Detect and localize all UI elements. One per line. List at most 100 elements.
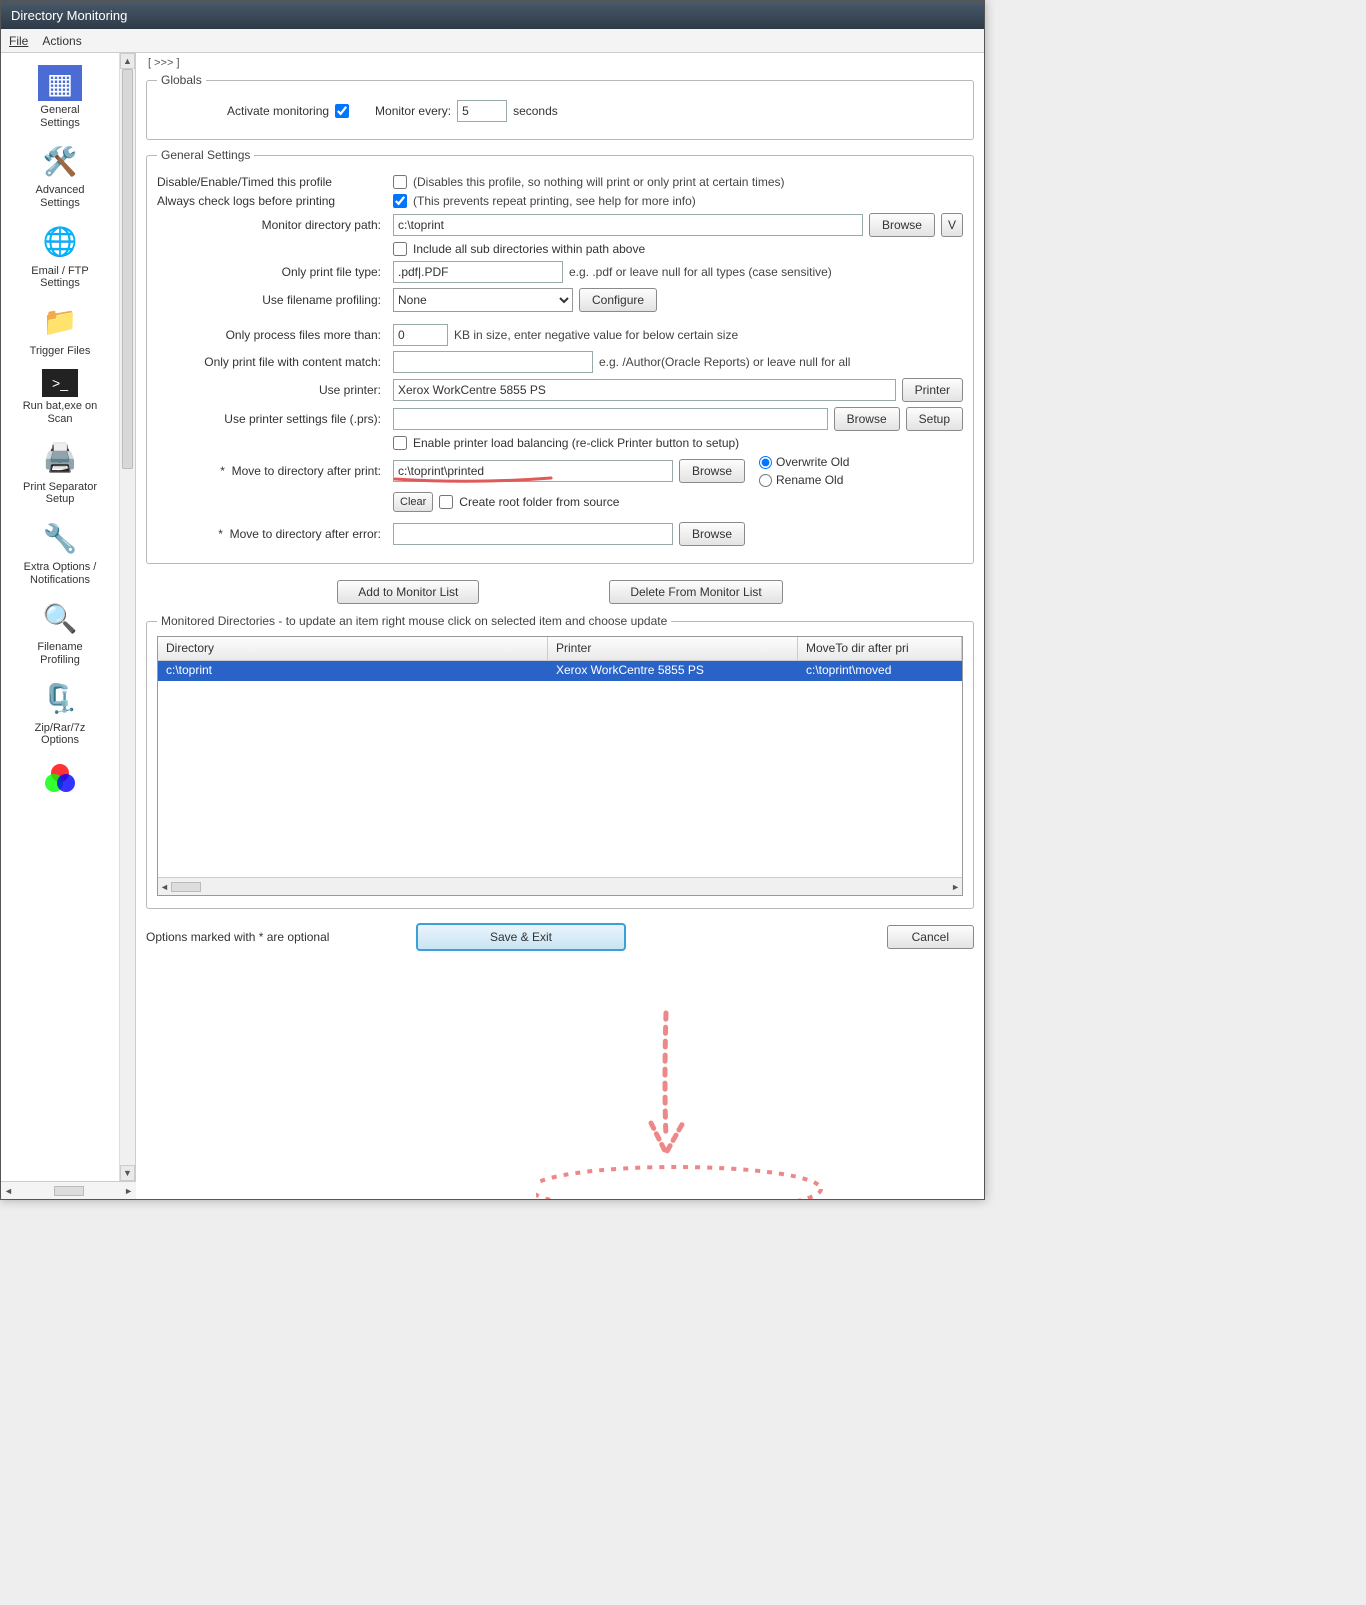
globe-icon: 🌐 [40, 222, 80, 262]
create-root-checkbox[interactable] [439, 495, 453, 509]
cancel-button[interactable]: Cancel [887, 925, 974, 949]
seconds-label: seconds [513, 104, 558, 118]
menu-actions[interactable]: Actions [42, 34, 81, 48]
sidebar-item-extra-options[interactable]: 🔧Extra Options / Notifications [1, 512, 119, 592]
monitor-every-label: Monitor every: [375, 104, 451, 118]
overwrite-radio[interactable]: Overwrite Old [759, 455, 849, 469]
sidebar-item-email-ftp[interactable]: 🌐Email / FTP Settings [1, 216, 119, 296]
folder-icon: 📁 [40, 302, 80, 342]
always-check-checkbox[interactable] [393, 194, 407, 208]
hscroll-thumb[interactable] [171, 882, 201, 892]
include-sub-label: Include all sub directories within path … [413, 242, 645, 256]
sidebar-item-trigger-files[interactable]: 📁Trigger Files [1, 296, 119, 364]
load-balancing-label: Enable printer load balancing (re-click … [413, 436, 739, 450]
main-panel: [ >>> ] Globals Activate monitoring Moni… [136, 53, 984, 1199]
wrench-icon: 🔧 [40, 518, 80, 558]
monitored-legend: Monitored Directories - to update an ite… [157, 614, 671, 628]
table-row[interactable]: c:\toprint Xerox WorkCentre 5855 PS c:\t… [158, 661, 962, 681]
only-size-hint: KB in size, enter negative value for bel… [454, 328, 738, 342]
scroll-left-icon[interactable]: ◄ [4, 1186, 13, 1196]
footer-note: Options marked with * are optional [146, 930, 396, 944]
annotation-circle [536, 1163, 856, 1199]
clear-button[interactable]: Clear [393, 492, 433, 512]
use-printer-input[interactable] [393, 379, 896, 401]
globals-group: Globals Activate monitoring Monitor ever… [146, 73, 974, 140]
filename-profiling-select[interactable]: None [393, 288, 573, 312]
globals-legend: Globals [157, 73, 206, 87]
delete-from-list-button[interactable]: Delete From Monitor List [609, 580, 782, 604]
scroll-right-icon[interactable]: ► [951, 882, 960, 892]
sidebar-item-advanced-settings[interactable]: 🛠️Advanced Settings [1, 135, 119, 215]
include-sub-checkbox[interactable] [393, 242, 407, 256]
table-hscroll[interactable]: ◄ ► [158, 877, 962, 895]
archive-icon: 🗜️ [40, 679, 80, 719]
sidebar-item-filename-profiling[interactable]: 🔍Filename Profiling [1, 592, 119, 672]
printer-button[interactable]: Printer [902, 378, 963, 402]
scroll-up-icon[interactable]: ▲ [120, 53, 135, 69]
sidebar-item-color[interactable] [1, 753, 119, 808]
monitor-path-label: Monitor directory path: [157, 218, 387, 232]
load-balancing-checkbox[interactable] [393, 436, 407, 450]
move-after-error-label: Move to directory after error: [230, 527, 381, 541]
always-check-hint: (This prevents repeat printing, see help… [413, 194, 696, 208]
col-directory[interactable]: Directory [158, 637, 548, 660]
sidebar-item-zip-options[interactable]: 🗜️Zip/Rar/7z Options [1, 673, 119, 753]
move-after-error-input[interactable] [393, 523, 673, 545]
only-print-type-hint: e.g. .pdf or leave null for all types (c… [569, 265, 832, 279]
only-size-input[interactable] [393, 324, 448, 346]
menu-file[interactable]: File [9, 34, 28, 48]
scroll-down-icon[interactable]: ▼ [120, 1165, 135, 1181]
sidebar-scrollbar[interactable]: ▲ ▼ [119, 53, 135, 1181]
content-match-input[interactable] [393, 351, 593, 373]
monitor-every-input[interactable] [457, 100, 507, 122]
activate-monitoring-label: Activate monitoring [227, 104, 329, 118]
scroll-thumb[interactable] [122, 69, 133, 469]
rename-radio[interactable]: Rename Old [759, 473, 849, 487]
app-window: Directory Monitoring File Actions ▦Gener… [0, 0, 985, 1200]
tools-icon: 🛠️ [40, 141, 80, 181]
sidebar-item-run-bat[interactable]: >_Run bat,exe on Scan [1, 363, 119, 431]
v-button[interactable]: V [941, 213, 963, 237]
disable-profile-label: Disable/Enable/Timed this profile [157, 175, 387, 189]
always-check-label: Always check logs before printing [157, 194, 387, 208]
setup-button[interactable]: Setup [906, 407, 963, 431]
disable-profile-checkbox[interactable] [393, 175, 407, 189]
move-after-print-browse-button[interactable]: Browse [679, 459, 745, 483]
scroll-right-icon[interactable]: ► [124, 1186, 133, 1196]
rgb-icon [40, 759, 80, 799]
configure-button[interactable]: Configure [579, 288, 657, 312]
content-match-label: Only print file with content match: [157, 355, 387, 369]
breadcrumb[interactable]: [ >>> ] [148, 57, 974, 69]
save-exit-button[interactable]: Save & Exit [416, 923, 626, 951]
window-title: Directory Monitoring [11, 8, 127, 23]
col-moveto[interactable]: MoveTo dir after pri [798, 637, 962, 660]
move-after-error-browse-button[interactable]: Browse [679, 522, 745, 546]
only-size-label: Only process files more than: [157, 328, 387, 342]
gear-icon: ▦ [38, 65, 82, 101]
monitored-table: Directory Printer MoveTo dir after pri c… [157, 636, 963, 896]
move-after-print-input[interactable] [393, 460, 673, 482]
scroll-left-icon[interactable]: ◄ [160, 882, 169, 892]
only-print-type-label: Only print file type: [157, 265, 387, 279]
use-printer-label: Use printer: [157, 383, 387, 397]
prs-browse-button[interactable]: Browse [834, 407, 900, 431]
add-to-list-button[interactable]: Add to Monitor List [337, 580, 479, 604]
prs-label: Use printer settings file (.prs): [157, 412, 387, 426]
monitor-path-browse-button[interactable]: Browse [869, 213, 935, 237]
col-printer[interactable]: Printer [548, 637, 798, 660]
disable-profile-hint: (Disables this profile, so nothing will … [413, 175, 784, 189]
activate-monitoring-checkbox[interactable] [335, 104, 349, 118]
filename-profiling-label: Use filename profiling: [157, 293, 387, 307]
sidebar-item-general-settings[interactable]: ▦General Settings [1, 59, 119, 135]
sidebar-item-print-separator[interactable]: 🖨️Print Separator Setup [1, 432, 119, 512]
monitored-group: Monitored Directories - to update an ite… [146, 614, 974, 909]
hscroll-thumb[interactable] [54, 1186, 84, 1196]
titlebar: Directory Monitoring [1, 1, 984, 29]
sidebar-hscroll[interactable]: ◄ ► [1, 1181, 136, 1199]
sidebar: ▦General Settings 🛠️Advanced Settings 🌐E… [1, 53, 119, 1181]
prs-input[interactable] [393, 408, 828, 430]
move-after-print-label: Move to directory after print: [232, 464, 381, 478]
monitor-path-input[interactable] [393, 214, 863, 236]
only-print-type-input[interactable] [393, 261, 563, 283]
annotation-arrow [626, 1003, 706, 1173]
